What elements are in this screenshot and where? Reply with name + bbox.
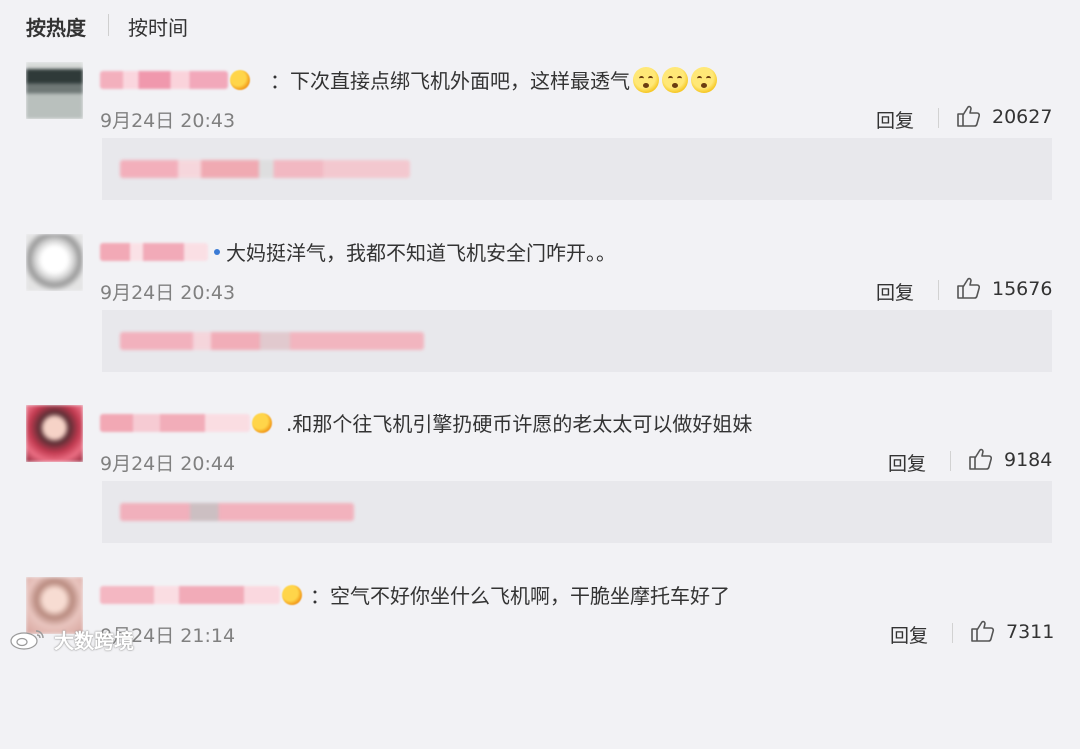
dot-icon bbox=[214, 249, 220, 255]
watermark: 大数跨境 bbox=[8, 624, 134, 654]
reply-preview-box[interactable] bbox=[102, 310, 1052, 372]
vip-badge-icon bbox=[230, 70, 250, 90]
blurred-reply-text bbox=[120, 503, 354, 521]
username[interactable] bbox=[100, 68, 250, 92]
action-divider bbox=[952, 623, 953, 643]
sort-divider bbox=[108, 14, 109, 36]
reply-button[interactable]: 回复 bbox=[876, 106, 914, 133]
comment-text: 大妈挺洋气，我都不知道飞机安全门咋开。。 bbox=[226, 241, 616, 265]
weibo-logo-icon bbox=[10, 630, 44, 650]
like-count: 9184 bbox=[1004, 449, 1053, 471]
action-divider bbox=[950, 451, 951, 471]
reply-button[interactable]: 回复 bbox=[890, 621, 928, 648]
thumbs-up-icon[interactable] bbox=[956, 104, 982, 128]
username[interactable] bbox=[100, 240, 220, 264]
like-count: 7311 bbox=[1006, 621, 1055, 643]
vip-badge-icon bbox=[282, 585, 302, 605]
avatar[interactable] bbox=[26, 62, 83, 119]
comment-time: 9月24日 20:43 bbox=[100, 282, 236, 304]
comment-item: ：下次直接点绑飞机外面吧，这样最透气 9月24日 20:43 回复 20627 bbox=[0, 62, 1080, 234]
like-count: 15676 bbox=[992, 278, 1053, 300]
thumbs-up-icon[interactable] bbox=[956, 276, 982, 300]
action-divider bbox=[938, 280, 939, 300]
avatar[interactable] bbox=[26, 234, 83, 291]
thumbs-up-icon[interactable] bbox=[970, 619, 996, 643]
comment-item: ：空气不好你坐什么飞机啊，干脆坐摩托车好了 9月24日 21:14 回复 731… bbox=[0, 577, 1080, 749]
vip-badge-icon bbox=[252, 413, 272, 433]
reply-button[interactable]: 回复 bbox=[888, 449, 926, 476]
sort-bar: 按热度 按时间 bbox=[0, 0, 1080, 50]
comment-time: 9月24日 20:43 bbox=[100, 110, 236, 132]
emoji-icon bbox=[691, 67, 717, 93]
reply-button[interactable]: 回复 bbox=[876, 278, 914, 305]
emoji-icon bbox=[633, 67, 659, 93]
sort-by-hot-tab[interactable]: 按热度 bbox=[26, 12, 86, 41]
thumbs-up-icon[interactable] bbox=[968, 447, 994, 471]
sort-by-time-tab[interactable]: 按时间 bbox=[128, 12, 188, 41]
watermark-text: 大数跨境 bbox=[54, 628, 134, 653]
comment-text: .和那个往飞机引擎扔硬币许愿的老太太可以做好姐妹 bbox=[286, 412, 753, 436]
username[interactable] bbox=[100, 411, 272, 435]
avatar[interactable] bbox=[26, 405, 83, 462]
reply-preview-box[interactable] bbox=[102, 481, 1052, 543]
comment-text: ：空气不好你坐什么飞机啊，干脆坐摩托车好了 bbox=[310, 584, 730, 608]
action-divider bbox=[938, 108, 939, 128]
comment-item: 大妈挺洋气，我都不知道飞机安全门咋开。。 9月24日 20:43 回复 1567… bbox=[0, 234, 1080, 406]
blurred-reply-text bbox=[120, 332, 424, 350]
blurred-reply-text bbox=[120, 160, 410, 178]
username[interactable] bbox=[100, 583, 302, 607]
comment-time: 9月24日 20:44 bbox=[100, 453, 236, 475]
emoji-icon bbox=[662, 67, 688, 93]
comment-text: ：下次直接点绑飞机外面吧，这样最透气 bbox=[270, 65, 717, 94]
comment-item: .和那个往飞机引擎扔硬币许愿的老太太可以做好姐妹 9月24日 20:44 回复 … bbox=[0, 405, 1080, 577]
like-count: 20627 bbox=[992, 106, 1053, 128]
reply-preview-box[interactable] bbox=[102, 138, 1052, 200]
